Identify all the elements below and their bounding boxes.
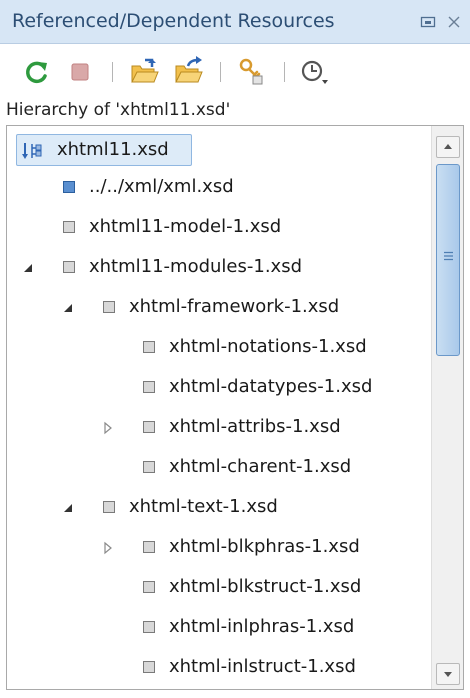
tree-item-label: xhtml-framework-1.xsd: [129, 296, 340, 317]
schema-file-icon: [143, 421, 155, 433]
vertical-scrollbar[interactable]: [431, 126, 463, 689]
key-search-icon: [239, 58, 263, 85]
tree-item-label: xhtml-notations-1.xsd: [169, 336, 367, 357]
tree-item[interactable]: xhtml11-modules-1.xsd: [7, 247, 429, 287]
stop-button[interactable]: [64, 56, 96, 88]
expanded-triangle-icon[interactable]: [21, 259, 35, 273]
scroll-up-button[interactable]: [436, 136, 460, 158]
schema-file-icon: [143, 581, 155, 593]
hierarchy-label: Hierarchy of 'xhtml11.xsd': [6, 100, 231, 120]
history-icon: [301, 60, 328, 84]
schema-file-icon: [143, 621, 155, 633]
tree-item-label: ../../xml/xml.xsd: [89, 176, 234, 197]
schema-file-icon: [143, 541, 155, 553]
schema-file-icon: [103, 301, 115, 313]
folder-arrow-icon: [175, 56, 203, 83]
toolbar-separator: [220, 62, 221, 82]
tree-item-label: xhtml-attribs-1.xsd: [169, 416, 341, 437]
refresh-button[interactable]: [20, 56, 52, 88]
toolbar-separator: [284, 62, 285, 82]
tree-item-label: xhtml11-modules-1.xsd: [89, 256, 303, 277]
resources-panel: Referenced/Dependent Resources Hierarchy…: [0, 0, 470, 698]
schema-file-icon: [63, 221, 75, 233]
tree-item-label: xhtml-charent-1.xsd: [169, 456, 352, 477]
schema-file-icon: [143, 341, 155, 353]
scroll-down-button[interactable]: [436, 663, 460, 685]
tree-item[interactable]: xhtml-inlstruct-1.xsd: [7, 647, 429, 687]
schema-file-icon: [103, 501, 115, 513]
tree-item-label: xhtml-datatypes-1.xsd: [169, 376, 373, 397]
tree-item-label: xhtml-inlphras-1.xsd: [169, 616, 355, 637]
panel-title-bar: Referenced/Dependent Resources: [0, 0, 470, 44]
tree-item[interactable]: xhtml-notations-1.xsd: [7, 327, 429, 367]
expanded-triangle-icon[interactable]: [61, 299, 75, 313]
stop-icon: [71, 63, 89, 81]
schema-file-icon: [143, 661, 155, 673]
hierarchy-icon: [22, 143, 42, 159]
tree-root-node[interactable]: xhtml11.xsd: [16, 134, 192, 166]
tree-item-label: xhtml-blkphras-1.xsd: [169, 536, 360, 557]
tree-item-label: xhtml-blkstruct-1.xsd: [169, 576, 362, 597]
toolbar-separator: [112, 62, 113, 82]
history-button[interactable]: [298, 56, 330, 88]
schema-file-icon: [143, 381, 155, 393]
folder-open-icon: [131, 58, 159, 83]
scrollbar-thumb[interactable]: [436, 164, 460, 356]
tree-item[interactable]: xhtml-framework-1.xsd: [7, 287, 429, 327]
tree-item[interactable]: xhtml-blkphras-1.xsd: [7, 527, 429, 567]
open-dependents-button[interactable]: [172, 56, 204, 88]
open-folder-button[interactable]: [128, 56, 160, 88]
schema-file-icon: [143, 461, 155, 473]
hierarchy-tree: xhtml11.xsd ../../xml/xml.xsd xhtml11-mod…: [7, 126, 429, 689]
tree-item-label: xhtml-inlstruct-1.xsd: [169, 656, 356, 677]
tree-item[interactable]: xhtml-datatypes-1.xsd: [7, 367, 429, 407]
grip-icon: [444, 251, 453, 261]
chevron-up-icon: [444, 144, 452, 149]
search-references-button[interactable]: [236, 56, 268, 88]
tree-item-label: xhtml11-model-1.xsd: [89, 216, 282, 237]
tree-item[interactable]: xhtml-text-1.xsd: [7, 487, 429, 527]
expanded-triangle-icon[interactable]: [61, 499, 75, 513]
refresh-icon: [26, 61, 47, 84]
chevron-down-icon: [444, 672, 452, 677]
tree-item-label: xhtml-text-1.xsd: [129, 496, 278, 517]
tree-item[interactable]: ../../xml/xml.xsd: [7, 167, 429, 207]
close-icon[interactable]: [444, 12, 464, 32]
tree-item[interactable]: xhtml-blkstruct-1.xsd: [7, 567, 429, 607]
toolbar: [0, 52, 470, 92]
tree-item[interactable]: xhtml-attribs-1.xsd: [7, 407, 429, 447]
minimize-icon[interactable]: [418, 12, 438, 32]
collapsed-triangle-icon[interactable]: [101, 539, 115, 555]
panel-title: Referenced/Dependent Resources: [12, 10, 335, 32]
hierarchy-tree-view[interactable]: xhtml11.xsd ../../xml/xml.xsd xhtml11-mod…: [6, 125, 464, 690]
collapsed-triangle-icon[interactable]: [101, 419, 115, 435]
referenced-resource-icon: [63, 181, 75, 193]
schema-file-icon: [63, 261, 75, 273]
tree-root-label: xhtml11.xsd: [57, 139, 169, 160]
tree-item[interactable]: xhtml-charent-1.xsd: [7, 447, 429, 487]
tree-item[interactable]: xhtml11-model-1.xsd: [7, 207, 429, 247]
tree-item[interactable]: xhtml-inlphras-1.xsd: [7, 607, 429, 647]
